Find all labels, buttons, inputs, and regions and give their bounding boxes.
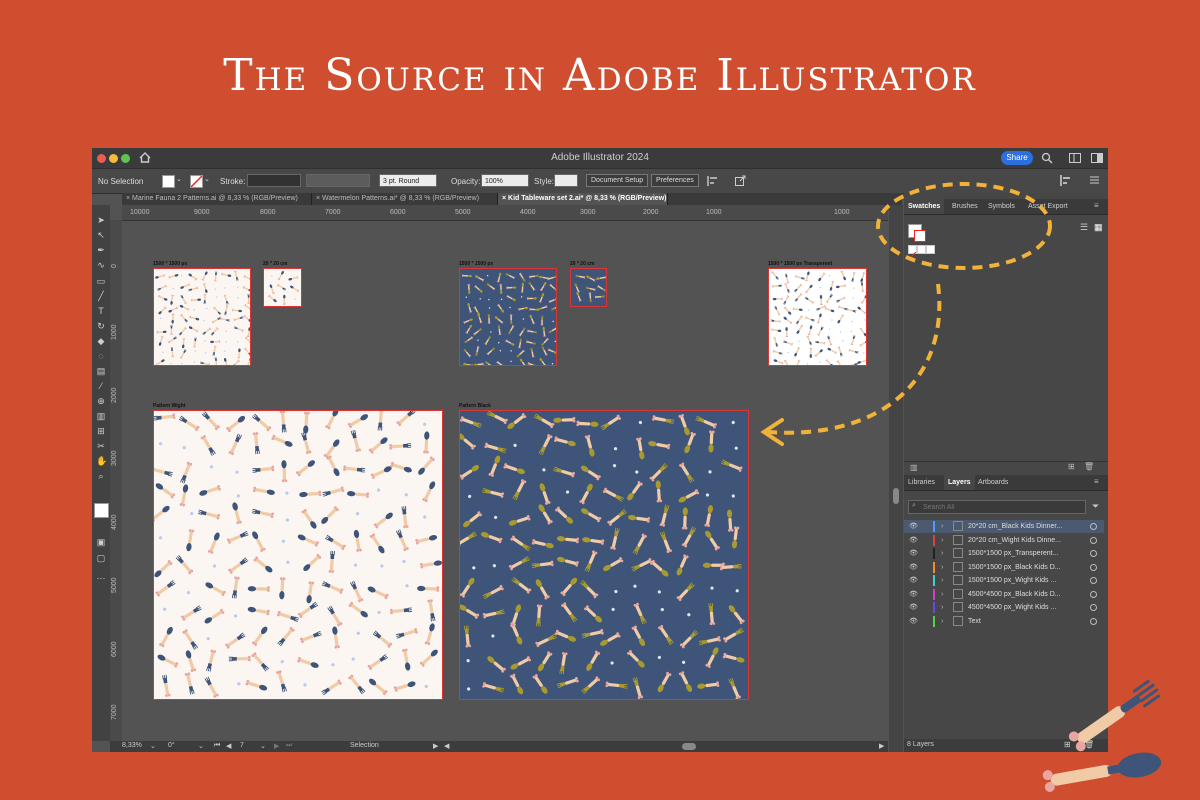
spoon-icon [1042, 752, 1162, 792]
swatch-highlight-annotation [760, 182, 1052, 446]
dashed-highlight-ellipse [876, 182, 1052, 270]
fork-icon [1068, 679, 1161, 752]
utensils-illustration [1042, 679, 1162, 792]
dashed-arrow-path [767, 283, 942, 435]
